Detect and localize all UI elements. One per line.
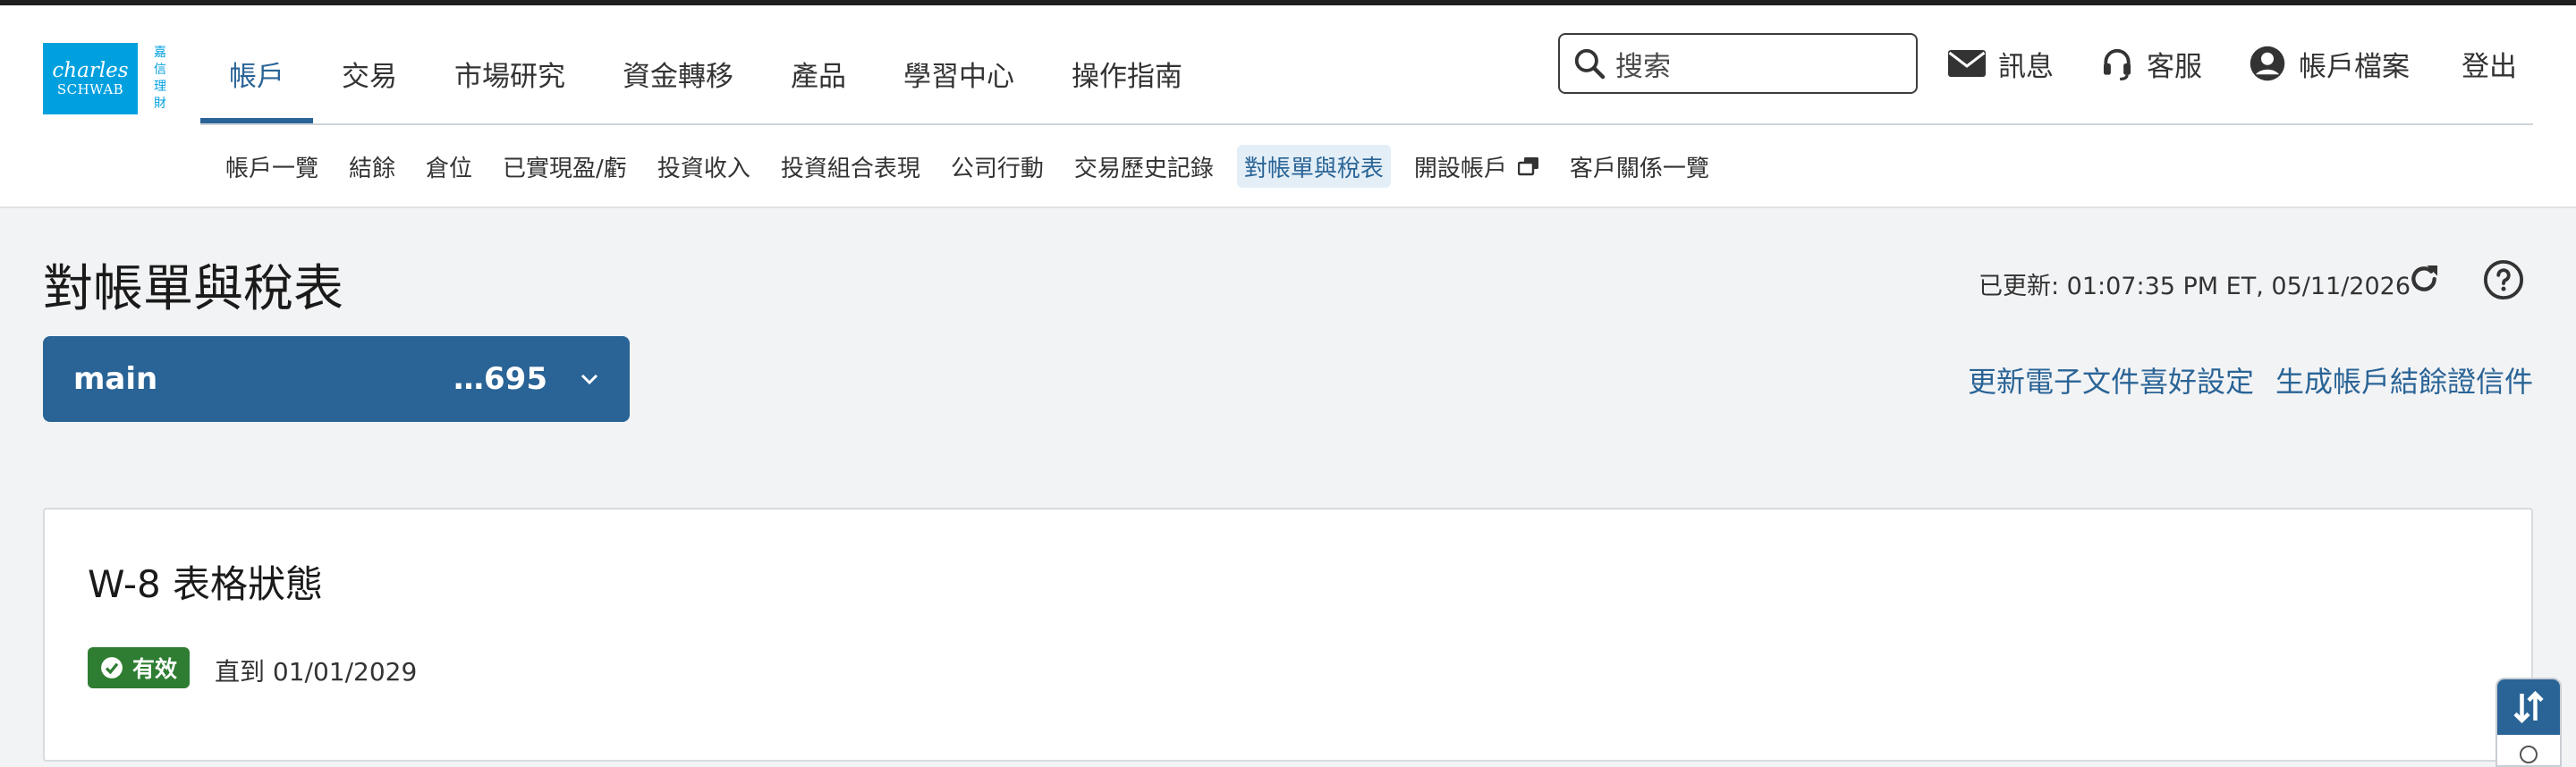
search-icon [1574,48,1606,80]
subnav-overview[interactable]: 帳戶一覽 [218,145,326,188]
main-nav-accounts[interactable]: 帳戶 [200,23,313,123]
last-updated-timestamp: 已更新: 01:07:35 PM ET, 05/11/2026 [1979,273,2411,300]
subnav-investment-income[interactable]: 投資收入 [650,145,758,188]
external-window-icon [1517,157,1538,176]
main-nav-learning[interactable]: 學習中心 [875,23,1043,123]
w8-card-title: W-8 表格狀態 [88,562,324,606]
w8-valid-until: 直到 01/01/2029 [215,657,418,687]
logout-label: 登出 [2462,50,2517,83]
subnav-open-account-label: 開設帳戶 [1413,155,1507,182]
page-title: 對帳單與稅表 [43,260,343,318]
logo-line1: charles [52,59,129,82]
user-circle-icon [2250,46,2285,81]
site-header: charles SCHWAB 嘉 信 理 財 帳戶 交易 市場研究 資金轉移 產… [0,5,2576,208]
logo-cn-char: 理 [154,80,166,94]
subnav-open-account[interactable]: 開設帳戶 [1407,145,1546,188]
logo-line2: SCHWAB [56,81,124,97]
logout-link[interactable]: 登出 [2462,33,2517,94]
subnav-realized-gain-loss[interactable]: 已實現盈/虧 [496,145,634,188]
support-label: 客服 [2147,50,2202,83]
search-input[interactable]: 搜索 [1558,33,1918,94]
refresh-icon [2411,266,2437,291]
account-number: …695 [453,361,547,397]
logo-chinese: 嘉 信 理 財 [138,43,182,114]
messages-link[interactable]: 訊息 [1948,33,2054,94]
logo-cn-char: 信 [154,63,166,77]
search-placeholder: 搜索 [1615,50,1671,83]
floating-widget [2496,678,2562,767]
refresh-button[interactable] [2406,261,2442,300]
status-badge-label: 有效 [132,656,178,682]
subnav-statements-tax-forms[interactable]: 對帳單與稅表 [1236,145,1391,188]
w8-status-card: W-8 表格狀態 有效 直到 01/01/2029 [43,508,2533,762]
subnav-balances[interactable]: 結餘 [342,145,402,188]
sort-arrows-icon [2513,690,2544,724]
check-circle-icon [101,657,123,678]
headset-icon [2103,48,2131,80]
logo-cn-char: 財 [154,97,166,111]
help-circle-icon [2483,259,2524,300]
subnav-positions[interactable]: 倉位 [419,145,479,188]
account-name: main [73,361,158,397]
main-nav-research[interactable]: 市場研究 [426,23,594,123]
mail-icon [1948,50,1986,77]
account-selector[interactable]: main …695 [43,336,630,422]
subnav-portfolio-performance[interactable]: 投資組合表現 [774,145,928,188]
page-action-links: 更新電子文件喜好設定 生成帳戶結餘證信件 [1946,359,2533,400]
profile-label: 帳戶檔案 [2299,50,2410,83]
widget-secondary[interactable] [2497,735,2560,765]
sort-toggle-button[interactable] [2497,679,2560,735]
main-nav: 帳戶 交易 市場研究 資金轉移 產品 學習中心 操作指南 [200,23,1211,123]
messages-label: 訊息 [1998,50,2054,83]
help-button[interactable] [2483,259,2524,304]
main-nav-trade[interactable]: 交易 [313,23,426,123]
edelivery-preferences-link[interactable]: 更新電子文件喜好設定 [1968,359,2254,400]
chevron-down-icon [580,374,598,385]
logo-cn-char: 嘉 [154,46,166,60]
balance-letter-link[interactable]: 生成帳戶結餘證信件 [2275,359,2533,400]
main-nav-guide[interactable]: 操作指南 [1043,23,1211,123]
nav-divider [200,123,2533,125]
subnav-transaction-history[interactable]: 交易歷史記錄 [1067,145,1221,188]
main-nav-transfers[interactable]: 資金轉移 [594,23,762,123]
status-badge: 有效 [88,647,191,688]
schwab-logo[interactable]: charles SCHWAB 嘉 信 理 財 [43,43,182,114]
profile-link[interactable]: 帳戶檔案 [2249,33,2410,94]
main-nav-products[interactable]: 產品 [762,23,875,123]
logo-box: charles SCHWAB [43,43,138,114]
support-link[interactable]: 客服 [2100,33,2202,94]
sub-nav: 帳戶一覽 結餘 倉位 已實現盈/虧 投資收入 投資組合表現 公司行動 交易歷史記… [218,139,1733,193]
subnav-corporate-actions[interactable]: 公司行動 [944,145,1051,188]
subnav-relationship-overview[interactable]: 客戶關係一覽 [1563,145,1716,188]
chat-icon [2520,746,2538,763]
